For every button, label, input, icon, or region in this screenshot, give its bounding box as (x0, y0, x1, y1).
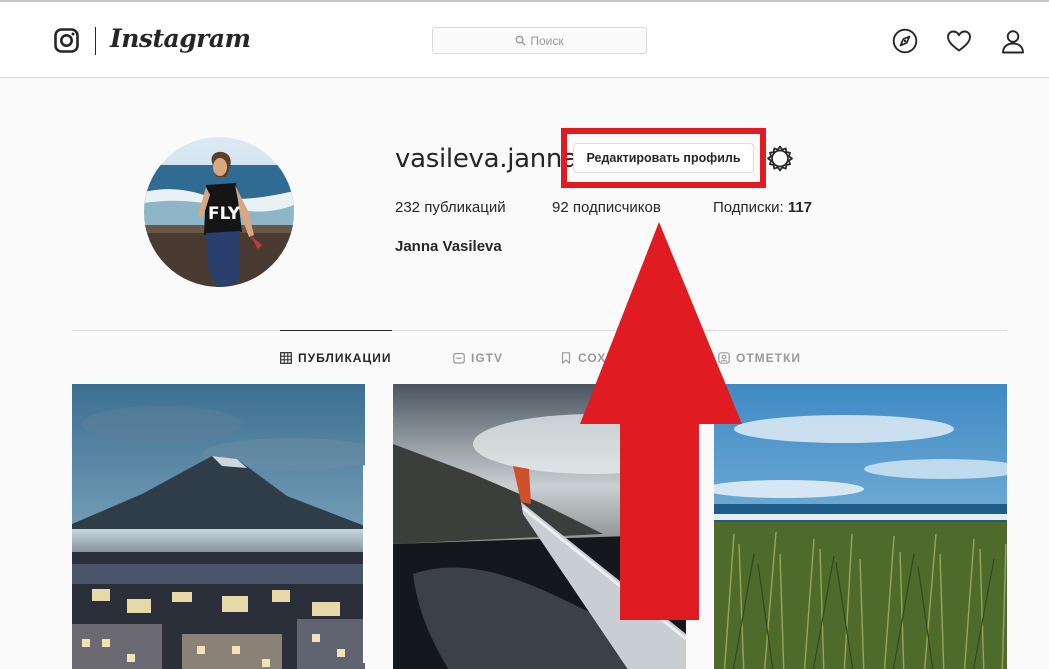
post-thumbnail-1[interactable] (72, 384, 365, 669)
following-count-value: 117 (787, 199, 813, 216)
search-placeholder: Поиск (530, 33, 564, 48)
top-navigation-bar: Instagram Поиск (0, 0, 1049, 78)
post-image-volcano-city (72, 384, 365, 669)
profile-avatar[interactable]: FLY (144, 137, 294, 287)
following-count[interactable]: Подписки: 117 (713, 199, 812, 216)
followers-count-value: 92 (552, 199, 569, 216)
tab-publications-label: ПУБЛИКАЦИИ (298, 351, 392, 365)
tab-tagged-label: ОТМЕТКИ (736, 351, 801, 365)
profile-icon[interactable] (1000, 28, 1026, 54)
tab-publications[interactable]: ПУБЛИКАЦИИ (280, 351, 391, 365)
search-icon (515, 35, 526, 46)
tabs-divider (72, 330, 1007, 331)
tab-igtv-label: IGTV (471, 351, 504, 365)
annotation-highlight-box (561, 128, 766, 188)
grid-icon (280, 352, 292, 364)
posts-count-value: 232 (395, 199, 421, 216)
active-tab-indicator (280, 330, 392, 331)
search-input[interactable]: Поиск (432, 27, 647, 54)
instagram-glyph-icon[interactable] (54, 28, 79, 53)
post-thumbnail-3[interactable] (714, 384, 1007, 669)
settings-gear-icon[interactable] (766, 144, 794, 172)
following-count-label: Подписки: (713, 199, 788, 216)
post-image-grass-sea (714, 384, 1007, 669)
bookmark-icon (561, 352, 571, 364)
profile-full-name: Janna Vasileva (395, 238, 502, 255)
annotation-arrow-up (580, 222, 742, 620)
followers-count[interactable]: 92 подписчиков (552, 199, 713, 216)
posts-count[interactable]: 232 публикаций (395, 199, 552, 216)
followers-count-label: подписчиков (568, 199, 661, 216)
svg-text:FLY: FLY (208, 204, 241, 224)
logo-separator (95, 27, 96, 55)
explore-icon[interactable] (892, 28, 918, 54)
tab-igtv[interactable]: IGTV (453, 351, 503, 365)
posts-count-label: публикаций (420, 199, 506, 216)
profile-stats: 232 публикаций 92 подписчиков Подписки: … (395, 199, 812, 216)
instagram-wordmark[interactable]: Instagram (110, 24, 251, 53)
igtv-icon (453, 352, 465, 364)
browser-edge (0, 0, 1049, 2)
heart-icon[interactable] (946, 28, 972, 54)
multiple-photos-icon (341, 392, 365, 664)
profile-username: vasileva.janna (395, 144, 578, 174)
